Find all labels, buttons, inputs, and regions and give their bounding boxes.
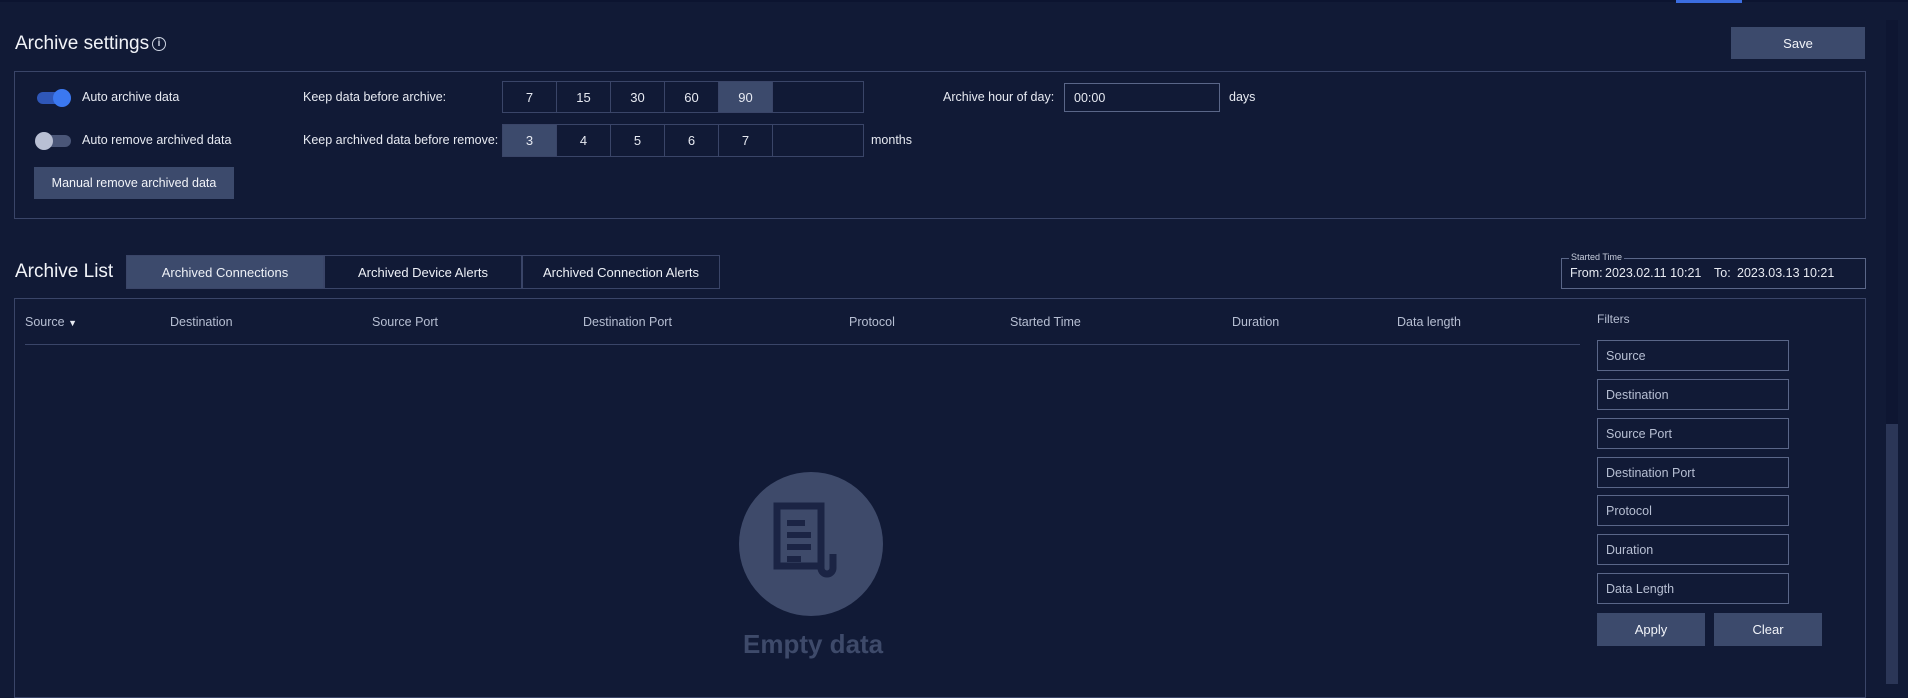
auto-remove-toggle[interactable] [34, 131, 72, 151]
started-time-legend: Started Time [1569, 252, 1625, 262]
apply-button[interactable]: Apply [1597, 613, 1705, 646]
keep-before-remove-segmented: 3 4 5 6 7 [502, 124, 864, 157]
table-header-divider [25, 344, 1580, 345]
option-4-months[interactable]: 4 [557, 125, 611, 156]
to-date-value[interactable]: 2023.03.13 10:21 [1737, 266, 1834, 280]
filters-title: Filters [1597, 312, 1630, 326]
filter-protocol-input[interactable]: Protocol [1597, 495, 1789, 526]
archive-hour-input[interactable]: 00:00 [1064, 83, 1220, 112]
days-unit-label: days [1229, 90, 1256, 104]
manual-remove-button[interactable]: Manual remove archived data [34, 167, 234, 199]
filter-source-input[interactable]: Source [1597, 340, 1789, 371]
keep-before-archive-custom-input[interactable] [773, 82, 863, 112]
option-7-months[interactable]: 7 [719, 125, 773, 156]
toggle-knob [53, 89, 71, 107]
archive-list-panel [14, 298, 1866, 698]
archive-settings-panel [14, 71, 1866, 219]
column-header-source-port[interactable]: Source Port [372, 315, 438, 329]
column-header-protocol[interactable]: Protocol [849, 315, 895, 329]
keep-before-remove-label: Keep archived data before remove: [303, 133, 499, 147]
save-button[interactable]: Save [1731, 27, 1865, 59]
keep-before-archive-label: Keep data before archive: [303, 90, 447, 104]
column-header-source[interactable]: Source ▼ [25, 315, 77, 329]
archive-settings-title: Archive settings [15, 33, 150, 54]
option-5-months[interactable]: 5 [611, 125, 665, 156]
to-label: To: [1714, 266, 1731, 280]
option-6-months[interactable]: 6 [665, 125, 719, 156]
sort-down-icon: ▼ [68, 318, 78, 328]
tab-archived-connection-alerts[interactable]: Archived Connection Alerts [522, 255, 720, 289]
option-30-days[interactable]: 30 [611, 82, 665, 112]
column-header-data-length[interactable]: Data length [1397, 315, 1461, 329]
option-90-days[interactable]: 90 [719, 82, 773, 112]
filter-destination-input[interactable]: Destination [1597, 379, 1789, 410]
archive-list-title: Archive List [15, 261, 114, 282]
auto-archive-label: Auto archive data [82, 90, 180, 104]
option-7-days[interactable]: 7 [503, 82, 557, 112]
keep-before-archive-segmented: 7 15 30 60 90 [502, 81, 864, 113]
column-header-duration[interactable]: Duration [1232, 315, 1279, 329]
option-3-months[interactable]: 3 [503, 125, 557, 156]
filter-duration-input[interactable]: Duration [1597, 534, 1789, 565]
column-header-destination[interactable]: Destination [170, 315, 233, 329]
filter-data-length-input[interactable]: Data Length [1597, 573, 1789, 604]
info-icon[interactable]: i [152, 37, 166, 51]
tab-archived-connections[interactable]: Archived Connections [126, 255, 324, 289]
from-date-value[interactable]: 2023.02.11 10:21 [1605, 266, 1701, 280]
empty-data-text: Empty data [743, 629, 884, 659]
clear-button[interactable]: Clear [1714, 613, 1822, 646]
column-header-destination-port[interactable]: Destination Port [583, 315, 672, 329]
active-nav-indicator [1676, 0, 1742, 3]
tab-archived-device-alerts[interactable]: Archived Device Alerts [324, 255, 522, 289]
option-60-days[interactable]: 60 [665, 82, 719, 112]
archive-hour-label: Archive hour of day: [943, 90, 1055, 104]
scrollbar-thumb[interactable] [1886, 424, 1898, 684]
option-15-days[interactable]: 15 [557, 82, 611, 112]
filter-source-port-input[interactable]: Source Port [1597, 418, 1789, 449]
toggle-knob [35, 132, 53, 150]
top-bar-divider [0, 0, 1908, 2]
document-icon [773, 502, 837, 578]
from-label: From: [1570, 266, 1603, 280]
column-header-started-time[interactable]: Started Time [1010, 315, 1081, 329]
filter-destination-port-input[interactable]: Destination Port [1597, 457, 1789, 488]
auto-archive-toggle[interactable] [36, 88, 74, 108]
keep-before-remove-custom-input[interactable] [773, 125, 863, 156]
auto-remove-label: Auto remove archived data [82, 133, 232, 147]
months-unit-label: months [871, 133, 912, 147]
empty-data-illustration [739, 472, 883, 616]
